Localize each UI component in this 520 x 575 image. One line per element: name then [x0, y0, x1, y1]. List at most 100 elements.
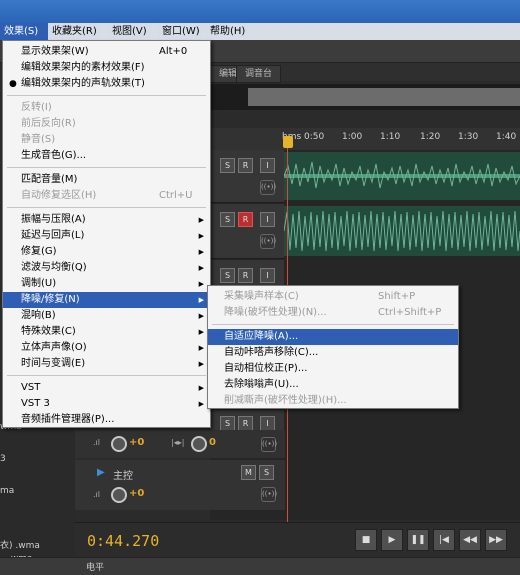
menu-window[interactable]: 窗口(W) — [158, 23, 204, 40]
overview-bar[interactable] — [210, 84, 520, 110]
files-panel: wma 3 ma 衣) .wma .wma — [0, 420, 75, 570]
menu-view[interactable]: 视图(V) — [108, 23, 151, 40]
solo-button[interactable]: S — [220, 158, 235, 173]
effects-menu-item-label: 自动修复选区(H) — [21, 190, 97, 201]
noise-submenu-item[interactable]: 自适应降噪(A)... — [208, 329, 458, 345]
effects-menu-item-label: 前后反向(R) — [21, 118, 76, 129]
ruler-tick: 1:00 — [342, 132, 363, 142]
effects-menu-item-label: 修复(G) — [21, 246, 57, 257]
effects-menu-item[interactable]: 混响(B) ▶ — [3, 308, 210, 324]
noise-submenu-item-label: 去除嗡嗡声(U)... — [224, 379, 299, 390]
shortcut-label: Ctrl+Shift+P — [378, 307, 442, 318]
record-button-armed[interactable]: R — [238, 212, 253, 227]
effects-menu-item[interactable]: VST 3 ▶ — [3, 396, 210, 412]
effects-menu-item[interactable]: 特殊效果(C) ▶ — [3, 324, 210, 340]
effects-menu-item[interactable]: 延迟与回声(L) ▶ — [3, 228, 210, 244]
effects-menu-item-label: 生成音色(G)... — [21, 150, 87, 161]
volume-meter-icon: .ıl — [93, 490, 100, 499]
noise-submenu-item[interactable]: 自动咔嗒声移除(C)... — [208, 345, 458, 361]
effects-menu-item: 反转(I) — [3, 100, 210, 116]
volume-knob[interactable] — [111, 487, 127, 503]
volume-value[interactable]: +0 — [129, 437, 144, 448]
stop-button[interactable]: ■ — [355, 529, 377, 551]
effects-menu-item[interactable]: VST ▶ — [3, 380, 210, 396]
play-button[interactable]: ▶ — [381, 529, 403, 551]
solo-button[interactable]: S — [259, 465, 274, 480]
track-header: S R I ((•)) — [210, 150, 284, 203]
tab-levels[interactable]: 电平 — [86, 560, 104, 573]
time-ruler[interactable]: hms 0:50 1:00 1:10 1:20 1:30 1:40 — [210, 128, 520, 150]
io-icon[interactable]: ((•)) — [261, 437, 277, 452]
mute-button[interactable]: M — [241, 465, 256, 480]
input-monitor-button[interactable]: I — [260, 268, 275, 283]
file-item[interactable]: 衣) .wma — [0, 538, 40, 551]
effects-menu-item[interactable]: 修复(G) ▶ — [3, 244, 210, 260]
effects-menu-item[interactable]: ● 编辑效果架内的声轨效果(T) — [3, 76, 210, 92]
file-item[interactable]: 3 — [0, 454, 6, 464]
pause-button[interactable]: ❚❚ — [407, 529, 429, 551]
menu-separator — [7, 207, 206, 208]
fast-forward-button[interactable]: ▶▶ — [485, 529, 507, 551]
io-icon[interactable]: ((•)) — [260, 180, 276, 195]
effects-menu-item[interactable]: 降噪/修复(N) ▶ — [3, 292, 210, 308]
menu-help[interactable]: 帮助(H) — [206, 23, 250, 40]
effects-menu-item-label: 特殊效果(C) — [21, 326, 76, 337]
shortcut-label: Ctrl+U — [159, 190, 193, 201]
solo-button[interactable]: S — [220, 416, 235, 431]
effects-menu-item[interactable]: 音频插件管理器(P)... — [3, 412, 210, 428]
input-monitor-button[interactable]: I — [260, 212, 275, 227]
waveform-clip[interactable] — [283, 152, 520, 200]
effects-menu-item[interactable]: 显示效果架(W) Alt+0 — [3, 44, 210, 60]
menu-effects[interactable]: 效果(S) — [0, 23, 48, 40]
overview-selection[interactable] — [248, 88, 520, 106]
pan-knob[interactable] — [191, 436, 207, 452]
file-item[interactable]: ma — [0, 486, 14, 496]
noise-submenu-item: 降噪(破坏性处理)(N)... Ctrl+Shift+P — [208, 305, 458, 321]
menu-separator — [7, 167, 206, 168]
effects-menu-item[interactable]: 振幅与压限(A) ▶ — [3, 212, 210, 228]
noise-submenu-item-label: 削减嘶声(破坏性处理)(H)... — [224, 395, 347, 406]
waveform-clip[interactable] — [283, 206, 520, 256]
master-volume-value[interactable]: +0 — [129, 488, 144, 499]
noise-submenu-item-label: 自动咔嗒声移除(C)... — [224, 347, 319, 358]
effects-menu-item[interactable]: 编辑效果架内的素材效果(F) — [3, 60, 210, 76]
record-button[interactable]: R — [238, 268, 253, 283]
submenu-arrow-icon: ▶ — [198, 384, 204, 392]
time-display: 0:44.270 — [87, 532, 160, 550]
effects-menu-item-label: VST 3 — [21, 398, 50, 409]
effects-menu-item-label: 时间与变调(E) — [21, 358, 86, 369]
record-button[interactable]: R — [238, 416, 253, 431]
effects-menu-item[interactable]: 匹配音量(M) — [3, 172, 210, 188]
menu-bar: 效果(S) 收藏夹(R) 视图(V) 窗口(W) 帮助(H) — [0, 0, 520, 41]
rewind-button[interactable]: ◀◀ — [459, 529, 481, 551]
noise-submenu-item[interactable]: 自动相位校正(P)... — [208, 361, 458, 377]
effects-menu-item[interactable]: 时间与变调(E) ▶ — [3, 356, 210, 372]
effects-menu-item[interactable]: 调制(U) ▶ — [3, 276, 210, 292]
tab-mixer[interactable]: 调音台 — [236, 65, 282, 83]
solo-button[interactable]: S — [220, 268, 235, 283]
io-icon[interactable]: ((•)) — [260, 234, 276, 249]
input-monitor-button[interactable]: I — [260, 158, 275, 173]
menu-favorites[interactable]: 收藏夹(R) — [48, 23, 101, 40]
submenu-arrow-icon: ▶ — [198, 360, 204, 368]
effects-menu-item[interactable]: 滤波与均衡(Q) ▶ — [3, 260, 210, 276]
record-button[interactable]: R — [238, 158, 253, 173]
playhead-marker[interactable] — [283, 136, 293, 148]
solo-button[interactable]: S — [220, 212, 235, 227]
go-to-start-button[interactable]: |◀ — [433, 529, 455, 551]
shortcut-label: Shift+P — [378, 291, 416, 302]
noise-submenu-item[interactable]: 去除嗡嗡声(U)... — [208, 377, 458, 393]
effects-menu-item[interactable]: 立体声声像(O) ▶ — [3, 340, 210, 356]
input-monitor-button[interactable]: I — [260, 416, 275, 431]
volume-knob[interactable] — [111, 436, 127, 452]
pan-value[interactable]: 0 — [209, 437, 216, 448]
effects-menu-item-label: VST — [21, 382, 41, 393]
submenu-arrow-icon: ▶ — [198, 400, 204, 408]
effects-menu-item-label: 振幅与压限(A) — [21, 214, 86, 225]
noise-reduction-submenu: 采集噪声样本(C) Shift+P 降噪(破坏性处理)(N)... Ctrl+Shif… — [207, 285, 459, 409]
submenu-arrow-icon: ▶ — [198, 328, 204, 336]
noise-submenu-item-label: 自适应降噪(A)... — [224, 331, 299, 342]
io-icon[interactable]: ((•)) — [261, 487, 277, 502]
master-label: 主控 — [113, 471, 133, 482]
effects-menu-item[interactable]: 生成音色(G)... — [3, 148, 210, 164]
